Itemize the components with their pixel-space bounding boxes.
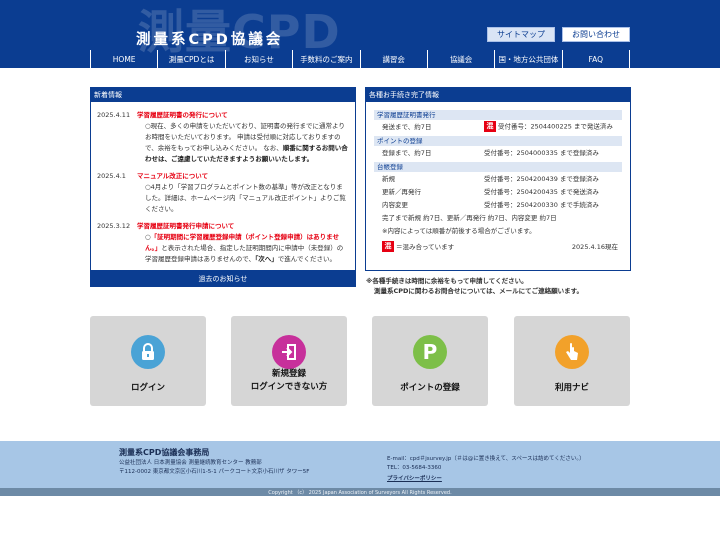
news-text: ○現在、多くの申請をいただいており、証明書の発行までに通常よりお時間をいただいて…: [145, 122, 348, 163]
tile-label: 新規登録 ログインできない方: [250, 369, 328, 392]
order-note: ※内容によっては順番が前後する場合がございます。: [382, 227, 536, 235]
news-date: 2025.3.12: [97, 222, 131, 230]
contact-email: E-mail：cpd＃jsurvey.jp（＃は@に置き換えて、スペースは詰めて…: [387, 456, 585, 462]
nav-home[interactable]: HOME: [91, 50, 159, 68]
news-list[interactable]: 2025.4.11 学習履歴証明書の発行について ○現在、多くの申請をいただいて…: [91, 102, 355, 270]
news-title[interactable]: 学習履歴証明書発行申請について: [137, 221, 349, 232]
news-item: 2025.3.12 学習履歴証明書発行申請について ○「証明期間に学習履歴登録申…: [97, 221, 349, 265]
congestion-badge: 混: [382, 241, 394, 252]
news-panel: 新着情報 2025.4.11 学習履歴証明書の発行について ○現在、多くの申請を…: [90, 87, 356, 271]
user-guide-tile[interactable]: 利用ナビ: [514, 316, 630, 406]
news-title[interactable]: 学習履歴証明書の発行について: [137, 110, 349, 121]
contact-tel: TEL：03-5684-3360: [387, 465, 442, 471]
org-name: 公益社団法人 日本測量協会 測量継続教育センター 教務部: [119, 460, 262, 466]
congestion-badge: 混: [484, 121, 496, 132]
procedure-row: 新規 受付番号：2504200439 まで登録済み: [382, 174, 599, 183]
past-news-link[interactable]: 過去のお知らせ: [90, 271, 356, 287]
news-item: 2025.4.11 学習履歴証明書の発行について ○現在、多くの申請をいただいて…: [97, 110, 349, 165]
congestion-legend: 混 ＝混み合っています 2025.4.16現在: [374, 240, 622, 253]
login-tile[interactable]: ログイン: [90, 316, 206, 406]
copyright: Copyright （c） 2025 Japan Association of …: [0, 488, 720, 496]
procedure-heading: 各種お手続き完了情報: [366, 88, 630, 102]
as-of-date: 2025.4.16現在: [571, 242, 618, 251]
pointer-icon: [555, 335, 589, 369]
news-date: 2025.4.1: [97, 172, 126, 180]
nav-council[interactable]: 協議会: [428, 50, 496, 68]
nav-fees[interactable]: 手数料のご案内: [293, 50, 361, 68]
nav-seminars[interactable]: 講習会: [361, 50, 428, 68]
office-address: 〒112-0002 東京都文京区小石川1-5-1 パークコート文京小石川ザ タワ…: [119, 469, 310, 475]
sitemap-button[interactable]: サイトマップ: [487, 27, 555, 42]
main-nav: HOME 測量CPDとは お知らせ 手数料のご案内 講習会 協議会 国・地方公共…: [90, 50, 630, 68]
point-registration-tile[interactable]: P ポイントの登録: [372, 316, 488, 406]
signin-icon: [272, 335, 306, 369]
procedure-status-panel: 各種お手続き完了情報 学習履歴証明書発行 発送まで、約7日 混受付番号：2504…: [365, 87, 631, 271]
news-title[interactable]: マニュアル改正について: [137, 171, 349, 182]
nav-government[interactable]: 国・地方公共団体: [495, 50, 563, 68]
procedure-category: 学習履歴証明書発行: [374, 110, 622, 120]
nav-faq[interactable]: FAQ: [563, 50, 630, 68]
site-footer: 測量系CPD協議会事務局 公益社団法人 日本測量協会 測量継続教育センター 教務…: [0, 441, 720, 488]
news-item: 2025.4.1 マニュアル改正について ○4月より「学習プログラムとポイント数…: [97, 171, 349, 215]
site-title[interactable]: 測量系CPD協議会: [136, 28, 283, 49]
procedure-category: ポイントの登録: [374, 136, 622, 146]
news-text: ○「証明期間に学習履歴登録申請（ポイント登録申請）はありません。」と表示された場…: [145, 233, 344, 263]
news-date: 2025.4.11: [97, 111, 131, 119]
site-header: 測量CPD 測量系CPD協議会 サイトマップ お問い合わせ HOME 測量CPD…: [0, 0, 720, 68]
register-tile[interactable]: 新規登録 ログインできない方: [231, 316, 347, 406]
tile-label: ポイントの登録: [400, 383, 460, 393]
nav-about-cpd[interactable]: 測量CPDとは: [158, 50, 226, 68]
procedure-row: 内容変更 受付番号：2504200330 まで手続済み: [382, 200, 599, 209]
news-text: ○4月より「学習プログラムとポイント数の基準」等が改正となりました。詳細は、ホー…: [145, 183, 346, 213]
privacy-policy-link[interactable]: プライバシーポリシー: [387, 474, 442, 482]
procedure-category: 台帳登録: [374, 162, 622, 172]
procedure-row: 発送まで、約7日 混受付番号：2504400225 まで発送済み: [382, 121, 613, 132]
procedure-notice: ※各種手続きは時間に余裕をもって申請してください。 測量系CPDに関わるお問合せ…: [366, 277, 583, 295]
tile-label: 利用ナビ: [554, 383, 589, 393]
news-heading: 新着情報: [91, 88, 355, 102]
tile-label: ログイン: [130, 383, 165, 393]
nav-news[interactable]: お知らせ: [226, 50, 294, 68]
procedure-row: 更新／再発行 受付番号：2504200435 まで発送済み: [382, 187, 599, 196]
contact-button[interactable]: お問い合わせ: [562, 27, 630, 42]
lock-icon: [131, 335, 165, 369]
procedure-row: 登録まで、約7日 受付番号：2504000335 まで登録済み: [382, 148, 599, 157]
office-name: 測量系CPD協議会事務局: [119, 448, 210, 457]
p-icon: P: [413, 335, 447, 369]
procedure-summary: 完了まで新規 約7日、更新／再発行 約7日、内容変更 約7日: [382, 214, 557, 222]
